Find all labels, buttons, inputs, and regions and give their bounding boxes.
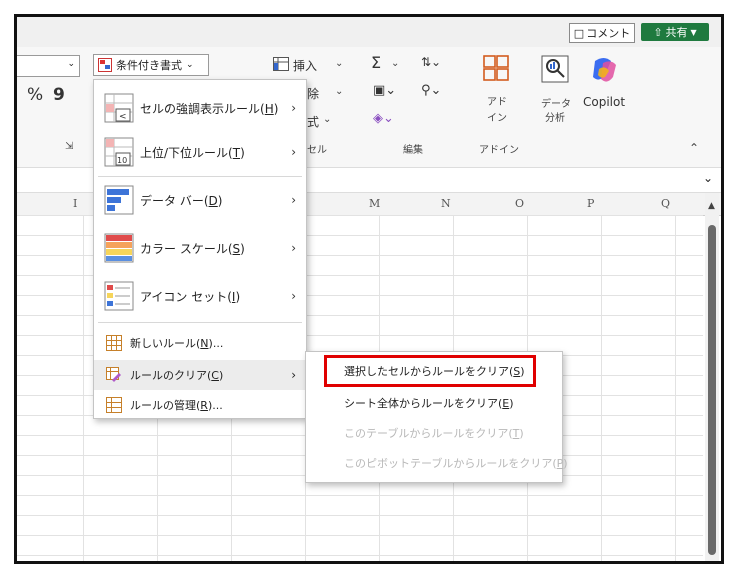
chevron-down-icon: ▼ bbox=[690, 27, 697, 37]
menu-separator bbox=[98, 322, 302, 323]
submenu-item-clear-table: このテーブルからルールをクリア(T) bbox=[344, 427, 524, 440]
menu-item-label: セルの強調表示ルール(H) bbox=[140, 101, 279, 116]
chevron-right-icon: › bbox=[291, 101, 296, 115]
submenu-item-clear-entire-sheet[interactable]: シート全体からルールをクリア(E) bbox=[306, 388, 562, 418]
top-bottom-rules-icon: 10 bbox=[104, 137, 134, 167]
highlight-rules-icon: < bbox=[104, 93, 134, 123]
menu-separator bbox=[98, 176, 302, 177]
submenu-item-clear-pivot-table: このピボットテーブルからルールをクリア(P) bbox=[344, 457, 568, 470]
chevron-down-icon[interactable]: ⌄ bbox=[335, 58, 343, 69]
data-analysis-icon[interactable] bbox=[541, 55, 569, 83]
addin-label: アド bbox=[487, 97, 507, 108]
chevron-right-icon: › bbox=[291, 289, 296, 303]
svg-text:10: 10 bbox=[117, 156, 127, 165]
conditional-format-icon bbox=[98, 58, 112, 72]
column-header[interactable]: O bbox=[515, 197, 524, 210]
insert-button[interactable]: 挿入 bbox=[293, 57, 317, 74]
menu-item-label: アイコン セット(I) bbox=[140, 289, 241, 304]
share-button[interactable]: ⇧ 共有 ▼ bbox=[641, 23, 709, 41]
svg-text:<: < bbox=[119, 112, 127, 122]
data-analysis-label: データ bbox=[541, 99, 571, 110]
column-header[interactable]: N bbox=[441, 197, 451, 210]
percent-style-button[interactable]: % bbox=[27, 85, 43, 105]
expand-formula-icon[interactable]: ⌄ bbox=[703, 171, 713, 185]
menu-item-label: ルールのクリア(C) bbox=[130, 369, 224, 382]
submenu-item-clear-selected-cells[interactable]: 選択したセルからルールをクリア(S) bbox=[306, 356, 562, 386]
chevron-right-icon: › bbox=[291, 193, 296, 207]
conditional-format-menu: < セルの強調表示ルール(H) › 10 上位/下位ルール(T) › データ バ… bbox=[93, 79, 307, 419]
menu-item-data-bars[interactable]: データ バー(D) › bbox=[94, 178, 306, 222]
data-bars-icon bbox=[104, 185, 134, 215]
share-icon: ⇧ bbox=[653, 25, 663, 39]
icon-sets-icon bbox=[104, 281, 134, 311]
chevron-down-icon: ⌄ bbox=[186, 60, 194, 70]
vertical-scrollbar[interactable]: ▲ bbox=[705, 193, 719, 561]
menu-item-label: カラー スケール(S) bbox=[140, 241, 245, 256]
data-analysis-label-2: 分析 bbox=[545, 113, 565, 124]
menu-item-highlight-rules[interactable]: < セルの強調表示ルール(H) › bbox=[94, 86, 306, 130]
autosum-button[interactable]: Σ bbox=[371, 53, 381, 72]
format-button[interactable]: 式 bbox=[307, 113, 319, 130]
menu-item-new-rule[interactable]: 新しいルール(N)... bbox=[94, 328, 306, 358]
dialog-launcher-icon[interactable]: ⇲ bbox=[65, 141, 73, 152]
menu-item-color-scales[interactable]: カラー スケール(S) › bbox=[94, 226, 306, 270]
addin-label-2: イン bbox=[487, 113, 507, 124]
title-bar: □ コメント ⇧ 共有 ▼ bbox=[17, 17, 721, 47]
scroll-up-icon[interactable]: ▲ bbox=[708, 201, 715, 211]
column-header[interactable]: M bbox=[369, 197, 380, 210]
insert-icon bbox=[273, 57, 289, 71]
collapse-ribbon-icon[interactable]: ⌃ bbox=[689, 141, 699, 155]
chevron-right-icon: › bbox=[291, 145, 296, 159]
clear-rules-submenu: 選択したセルからルールをクリア(S) シート全体からルールをクリア(E) このテ… bbox=[305, 351, 568, 483]
comma-style-button[interactable]: 9 bbox=[53, 85, 65, 105]
column-header[interactable]: Q bbox=[661, 197, 670, 210]
menu-item-label: ルールの管理(R)... bbox=[130, 399, 223, 412]
column-header[interactable]: P bbox=[587, 197, 594, 210]
search-icon[interactable]: ⚲⌄ bbox=[421, 83, 441, 98]
color-scales-icon bbox=[104, 233, 134, 263]
chevron-down-icon[interactable]: ⌄ bbox=[335, 86, 343, 97]
chevron-right-icon: › bbox=[291, 241, 296, 255]
excel-window: □ コメント ⇧ 共有 ▼ ⌄ % 9 ⇲ 条件付き書式 ⌄ 挿入 ⌄ 除 ⌄ … bbox=[14, 14, 724, 564]
addin-icon[interactable] bbox=[483, 55, 509, 81]
delete-button[interactable]: 除 bbox=[307, 85, 319, 102]
chevron-down-icon: ⌄ bbox=[67, 59, 75, 69]
menu-item-label: データ バー(D) bbox=[140, 193, 223, 208]
copilot-icon[interactable] bbox=[589, 55, 619, 85]
menu-item-label: 上位/下位ルール(T) bbox=[140, 145, 245, 160]
comment-button[interactable]: □ コメント bbox=[569, 23, 635, 43]
manage-rules-icon bbox=[106, 397, 122, 413]
menu-item-manage-rules[interactable]: ルールの管理(R)... bbox=[94, 390, 306, 420]
sort-filter-icon[interactable]: ⇅⌄ bbox=[421, 55, 441, 69]
menu-item-label: 新しいルール(N)... bbox=[130, 337, 224, 350]
clear-rules-icon bbox=[106, 367, 121, 382]
menu-item-top-bottom-rules[interactable]: 10 上位/下位ルール(T) › bbox=[94, 130, 306, 174]
cells-group-label: セル bbox=[307, 145, 327, 156]
conditional-format-button[interactable]: 条件付き書式 ⌄ bbox=[93, 54, 209, 76]
chevron-right-icon: › bbox=[291, 368, 296, 382]
copilot-button[interactable]: Copilot bbox=[583, 95, 625, 109]
scrollbar-thumb[interactable] bbox=[708, 225, 716, 555]
editing-group-label: 編集 bbox=[403, 145, 423, 156]
menu-item-icon-sets[interactable]: アイコン セット(I) › bbox=[94, 274, 306, 318]
column-header[interactable]: I bbox=[73, 197, 77, 210]
number-format-dropdown[interactable]: ⌄ bbox=[17, 55, 80, 77]
new-rule-icon bbox=[106, 335, 122, 351]
menu-item-clear-rules[interactable]: ルールのクリア(C) › bbox=[94, 360, 306, 390]
chevron-down-icon[interactable]: ⌄ bbox=[391, 58, 399, 69]
comment-icon: □ bbox=[573, 26, 585, 40]
chevron-down-icon[interactable]: ⌄ bbox=[323, 114, 331, 125]
addin-group-label: アドイン bbox=[479, 145, 519, 156]
fill-icon[interactable]: ▣⌄ bbox=[373, 83, 396, 98]
clear-icon[interactable]: ◈⌄ bbox=[373, 111, 394, 126]
